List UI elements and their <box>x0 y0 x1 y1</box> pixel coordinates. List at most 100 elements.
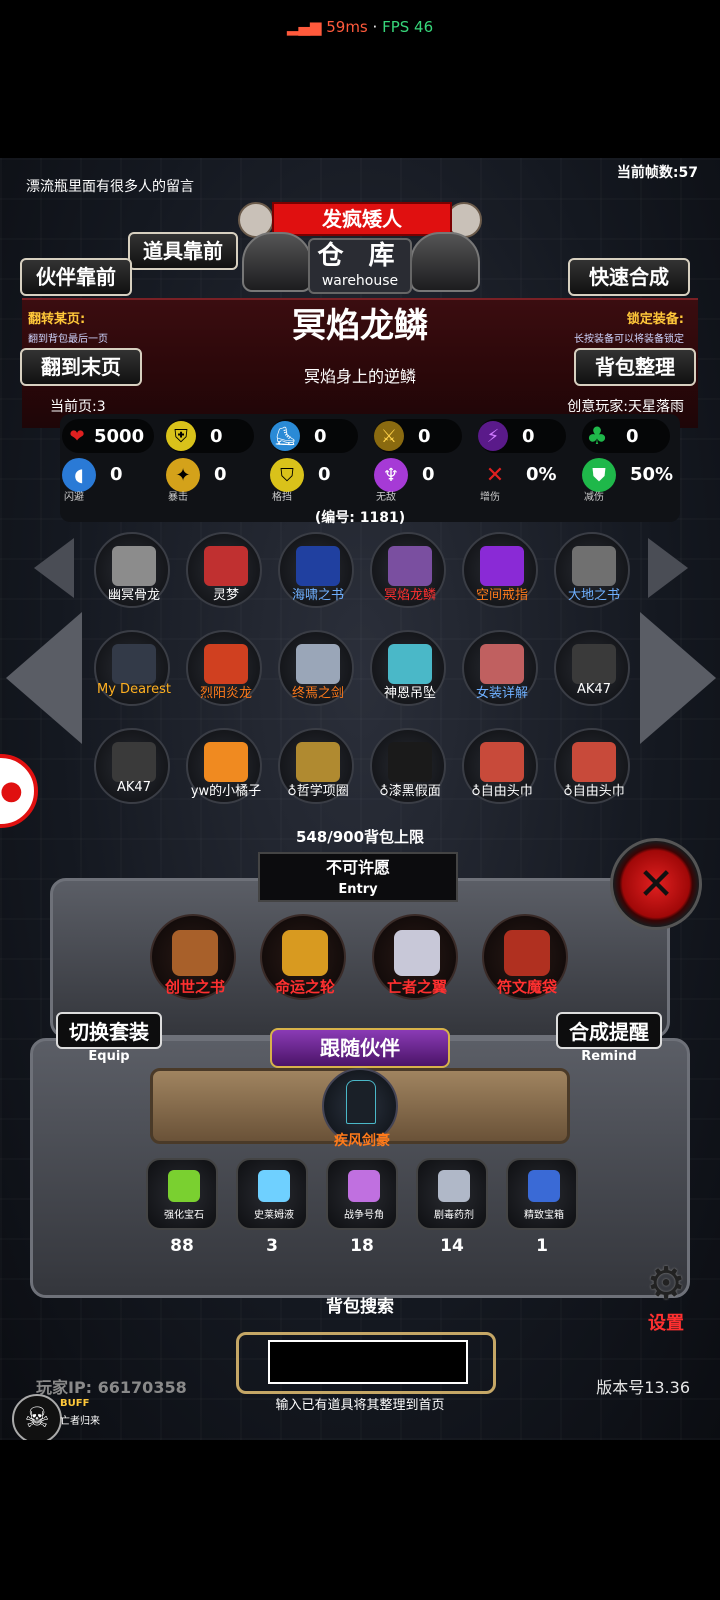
special-item-slot[interactable]: 创世之书 <box>150 914 236 1000</box>
stat-invincible: ♆ 0 无敌 <box>374 458 474 503</box>
consumable-slot[interactable]: 精致宝箱 <box>506 1158 578 1230</box>
inventory-slot[interactable]: 空间戒指 <box>462 532 538 608</box>
dodge-icon: ◖ <box>62 458 96 492</box>
wish-title: 不可许愿 <box>325 858 390 877</box>
items-front-button[interactable]: 道具靠前 <box>128 232 238 270</box>
stat-block: ⛉ 0 格挡 <box>270 458 370 503</box>
inventory-item-name: 烈阳炎龙 <box>199 686 252 701</box>
inventory-item-name: yw的小橘子 <box>190 784 262 799</box>
settings-button[interactable]: ⚙ 设置 <box>636 1258 696 1334</box>
next-page-small-arrow-icon[interactable] <box>648 538 688 598</box>
inventory-slot[interactable]: 神恩吊坠 <box>370 630 446 706</box>
prev-page-small-arrow-icon[interactable] <box>34 538 74 598</box>
consumable-sprite <box>348 1170 380 1202</box>
settings-label: 设置 <box>648 1313 684 1334</box>
helmet-ornament-right <box>410 232 480 292</box>
stat-caption: 暴击 <box>168 492 188 503</box>
synth-remind-button[interactable]: 合成提醒 Remind <box>556 1012 662 1068</box>
consumable-sprite <box>438 1170 470 1202</box>
stat-value: 0% <box>526 464 557 485</box>
stat-speed: ⛸ 0 <box>270 419 358 453</box>
consumable-sprite <box>168 1170 200 1202</box>
creator-credit: 创意玩家:天星落雨 <box>567 399 684 415</box>
inventory-item-name: 海啸之书 <box>291 588 344 603</box>
special-item-slot[interactable]: 符文魔袋 <box>482 914 568 1000</box>
item-sprite <box>388 546 432 586</box>
stat-value: 0 <box>418 425 431 447</box>
buff-skull-icon[interactable]: ☠ <box>12 1394 62 1440</box>
consumable-name: 剧毒药剂 <box>434 1210 474 1221</box>
inventory-slot[interactable]: AK47 <box>554 630 630 706</box>
inventory-slot[interactable]: 大地之书 <box>554 532 630 608</box>
item-sprite <box>112 742 156 782</box>
inventory-item-name: ♁自由头巾 <box>471 784 533 799</box>
quick-synth-button[interactable]: 快速合成 <box>568 258 690 296</box>
shield-icon: ⛉ <box>270 458 304 492</box>
item-sprite <box>572 644 616 684</box>
bag-search-label: 背包搜索 <box>326 1297 394 1317</box>
damage-up-icon: ✕ <box>485 462 505 488</box>
inventory-slot[interactable]: ♁自由头巾 <box>462 728 538 804</box>
item-sprite <box>282 930 328 976</box>
inventory-slot[interactable]: ♁哲学项圈 <box>278 728 354 804</box>
consumable-sprite <box>258 1170 290 1202</box>
stat-value: 0 <box>522 425 535 447</box>
inventory-slot[interactable]: 海啸之书 <box>278 532 354 608</box>
player-ip: 玩家IP: 66170358 <box>36 1378 187 1397</box>
version-number: 版本号13.36 <box>596 1378 690 1397</box>
stat-magic: ⚡ 0 <box>478 419 566 453</box>
special-item-slot[interactable]: 亡者之翼 <box>372 914 458 1000</box>
inventory-item-name: 幽冥骨龙 <box>107 588 160 603</box>
item-sprite <box>112 546 156 586</box>
inventory-slot[interactable]: AK47 <box>94 728 170 804</box>
next-page-arrow-icon[interactable] <box>640 612 716 744</box>
fps-text: FPS 46 <box>382 18 434 36</box>
wings-icon: ♆ <box>374 458 408 492</box>
companion-name: 疾风剑豪 <box>334 1133 390 1149</box>
item-sprite <box>204 644 248 684</box>
inventory-slot[interactable]: 灵梦 <box>186 532 262 608</box>
equip-switch-button[interactable]: 切换套装 Equip <box>56 1012 162 1068</box>
stat-value: 0 <box>210 425 223 447</box>
item-sprite <box>394 930 440 976</box>
inventory-slot[interactable]: 冥焰龙鳞 <box>370 532 446 608</box>
item-sprite <box>504 930 550 976</box>
consumable-slot[interactable]: 战争号角 <box>326 1158 398 1230</box>
inventory-slot[interactable]: 终焉之剑 <box>278 630 354 706</box>
stat-value: 0 <box>422 464 435 485</box>
boot-icon: ⛸ <box>270 421 300 451</box>
inventory-slot[interactable]: 女装详解 <box>462 630 538 706</box>
buff-sub: 亡者归来 <box>60 1416 100 1427</box>
companion-slot[interactable]: 疾风剑豪 <box>322 1068 398 1149</box>
partner-front-button[interactable]: 伙伴靠前 <box>20 258 132 296</box>
screen: ▂▄▆ 59ms · FPS 46 漂流瓶里面有很多人的留言 当前帧数:57 发… <box>0 0 720 1600</box>
equip-label: 切换套装 <box>56 1012 162 1049</box>
equip-sub: Equip <box>88 1049 130 1064</box>
prev-page-arrow-icon[interactable] <box>6 612 82 744</box>
stat-dodge: ◖ 0 闪避 <box>62 458 162 503</box>
special-item-slot[interactable]: 命运之轮 <box>260 914 346 1000</box>
item-description: 冥焰身上的逆鳞 <box>303 367 416 386</box>
consumable-name: 强化宝石 <box>164 1210 204 1221</box>
inventory-slot[interactable]: 烈阳炎龙 <box>186 630 262 706</box>
inventory-slot[interactable]: yw的小橘子 <box>186 728 262 804</box>
stat-caption: 减伤 <box>584 492 604 503</box>
inventory-slot[interactable]: ♁自由头巾 <box>554 728 630 804</box>
stat-crit: ✦ 0 暴击 <box>166 458 266 503</box>
consumable-slot[interactable]: 史莱姆液 <box>236 1158 308 1230</box>
stat-luck: ♣ 0 <box>582 419 670 453</box>
inventory-item-name: 空间戒指 <box>475 588 528 603</box>
item-sprite <box>572 742 616 782</box>
remind-label: 合成提醒 <box>556 1012 662 1049</box>
item-sprite <box>204 546 248 586</box>
inventory-slot[interactable]: ♁漆黑假面 <box>370 728 446 804</box>
close-button[interactable]: ✕ <box>610 838 702 930</box>
heart-icon: ❤ <box>69 425 85 447</box>
consumable-slot[interactable]: 强化宝石 <box>146 1158 218 1230</box>
consumable-slot[interactable]: 剧毒药剂 <box>416 1158 488 1230</box>
wish-box[interactable]: 不可许愿 Entry <box>258 852 458 902</box>
inventory-slot[interactable]: 幽冥骨龙 <box>94 532 170 608</box>
inventory-slot[interactable]: My Dearest <box>94 630 171 706</box>
user-icon: ● <box>0 776 23 806</box>
bag-search-input[interactable] <box>268 1340 468 1384</box>
